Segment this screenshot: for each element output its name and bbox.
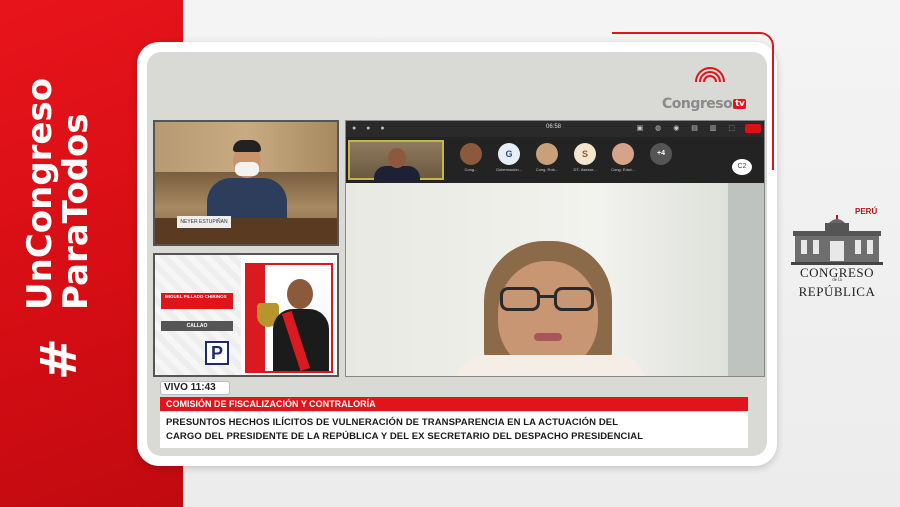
leave-button[interactable] (745, 124, 761, 133)
participant-thumb[interactable]: Cong... (454, 143, 488, 177)
hashtag-symbol: # (30, 338, 88, 380)
participant-strip: Cong... G Gobernación... Cong. Rob... S … (346, 137, 764, 183)
active-speaker-video (346, 183, 764, 376)
speaker-nameplate: NEYER ESTUPIÑAN (177, 216, 231, 228)
channel-brand-suffix: tv (733, 99, 747, 109)
party-logo: P (205, 341, 229, 365)
participant-thumb[interactable]: +4 (644, 143, 678, 177)
hashtag-text: # UnCongreso ParaTodos (20, 77, 96, 380)
participant-self-video[interactable] (348, 140, 444, 182)
hearing-room-video: NEYER ESTUPIÑAN (153, 120, 339, 246)
hashtag-line-2: ParaTodos (56, 113, 96, 310)
logo-line-3: REPÚBLICA (798, 284, 876, 299)
live-badge: VIVO 11:43 (160, 381, 230, 395)
hashtag-line-1: UnCongreso (20, 77, 60, 310)
congressman-name: MIGUEL PILLADO CHIRINOS (161, 293, 233, 309)
participant-thumb[interactable]: S DT- Asesor... (568, 143, 602, 177)
video-call-toolbar: ● ● ● 06:58 ▣ ◍ ◉ ▤ ▥ ⬚ (346, 121, 764, 137)
congressman-photo (245, 263, 333, 373)
call-time: 06:58 (546, 124, 562, 130)
participant-thumb[interactable]: Cong. Edwi... (606, 143, 640, 177)
news-headline: PRESUNTOS HECHOS ILÍCITOS DE VULNERACIÓN… (160, 412, 748, 448)
congreso-republica-logo: PERÚ CONGRESO de la REPÚBLICA (787, 207, 887, 307)
channel-brand: Congreso tv (662, 96, 747, 112)
headline-line-1: PRESUNTOS HECHOS ILÍCITOS DE VULNERACIÓN… (166, 417, 619, 428)
frame-accent-line-vertical (772, 60, 774, 170)
participant-thumb[interactable]: G Gobernación... (492, 143, 526, 177)
toolbar-icons[interactable]: ▣ ◍ ◉ ▤ ▥ ⬚ (637, 124, 740, 132)
logo-line-2: de la (832, 278, 842, 283)
participant-thumb[interactable]: Cong. Rob... (530, 143, 564, 177)
broadcast-waves-icon (695, 67, 725, 83)
congressman-card-video: MIGUEL PILLADO CHIRINOS CALLAO P (153, 253, 339, 377)
video-call-window: ● ● ● 06:58 ▣ ◍ ◉ ▤ ▥ ⬚ Cong... G Gobern… (345, 120, 765, 377)
congress-building-icon (791, 215, 883, 265)
more-participants-button[interactable]: C2 (732, 159, 752, 175)
toolbar-window-controls[interactable]: ● ● ● (352, 125, 389, 132)
commission-title: COMISIÓN DE FISCALIZACIÓN Y CONTRALORÍA (160, 397, 748, 411)
headline-line-2: CARGO DEL PRESIDENTE DE LA REPÚBLICA Y D… (166, 431, 644, 442)
congreso-tv-logo: Congreso tv (652, 60, 752, 120)
congressman-region: CALLAO (161, 321, 233, 331)
channel-brand-name: Congreso (662, 96, 733, 112)
